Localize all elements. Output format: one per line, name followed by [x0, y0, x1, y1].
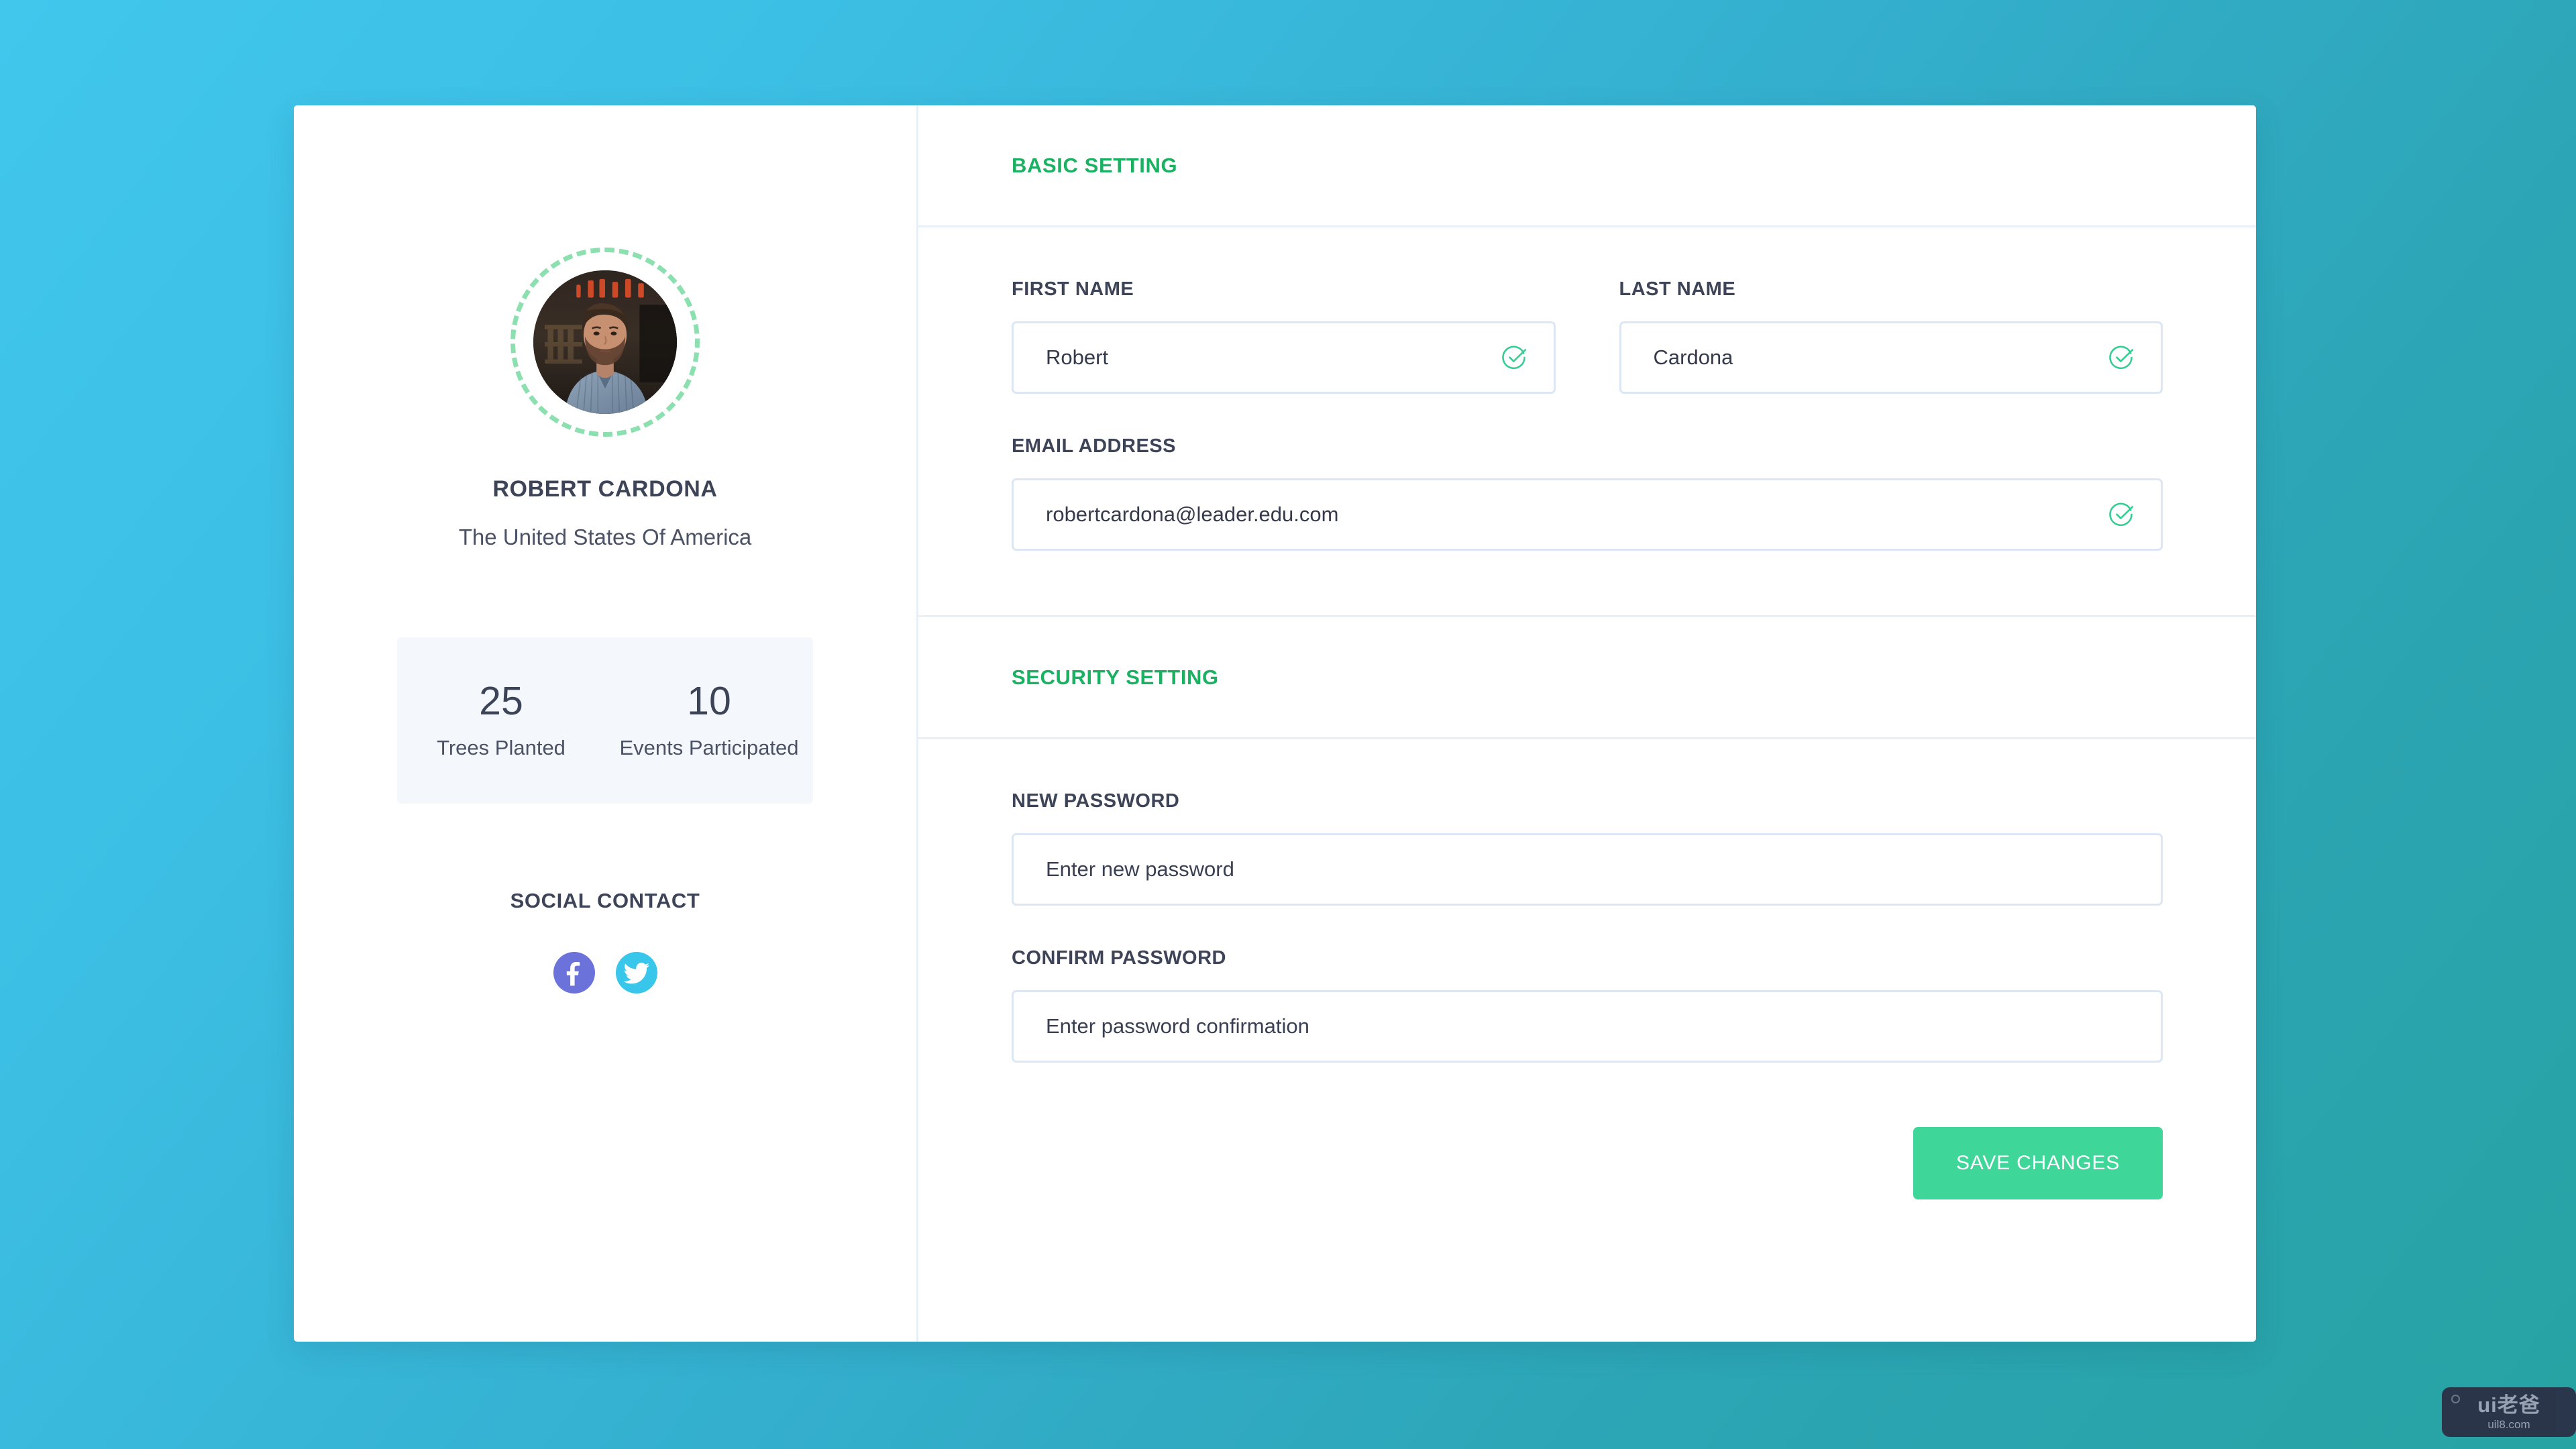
first-name-value: Robert	[1046, 345, 1109, 369]
confirm-password-placeholder: Enter password confirmation	[1046, 1014, 1309, 1038]
basic-setting-body: FIRST NAME Robert LAST NAME Cardona EMAI…	[918, 227, 2256, 617]
check-circle-icon	[2108, 344, 2135, 371]
profile-sidebar: ROBERT CARDONA The United States Of Amer…	[294, 105, 918, 1342]
watermark-badge: ui老爸 uil8.com	[2442, 1387, 2576, 1437]
last-name-label: LAST NAME	[1619, 278, 1736, 300]
security-setting-body: NEW PASSWORD Enter new password CONFIRM …	[918, 739, 2256, 1063]
stat-label: Events Participated	[619, 735, 799, 759]
confirm-password-label: CONFIRM PASSWORD	[1012, 947, 1227, 969]
watermark-url: uil8.com	[2487, 1417, 2530, 1431]
profile-location: The United States Of America	[458, 525, 752, 549]
stat-value: 25	[479, 679, 523, 724]
stat-value: 10	[687, 679, 731, 724]
basic-section-spacer	[1012, 551, 2163, 615]
first-name-input[interactable]: Robert	[1012, 321, 1556, 394]
social-contact-links	[553, 952, 657, 994]
check-circle-icon	[1501, 344, 1528, 371]
email-value: robertcardona@leader.edu.com	[1046, 502, 1339, 526]
avatar[interactable]	[511, 248, 700, 437]
confirm-password-group: CONFIRM PASSWORD Enter password confirma…	[1012, 947, 2163, 1063]
basic-setting-header: BASIC SETTING	[918, 105, 2256, 227]
stat-label: Trees Planted	[437, 735, 566, 759]
last-name-value: Cardona	[1653, 345, 1733, 369]
save-changes-button[interactable]: SAVE CHANGES	[1913, 1127, 2163, 1199]
avatar-photo	[526, 263, 684, 421]
new-password-group: NEW PASSWORD Enter new password	[1012, 790, 2163, 906]
confirm-password-input[interactable]: Enter password confirmation	[1012, 990, 2163, 1063]
stats-panel: 25 Trees Planted 10 Events Participated	[397, 637, 813, 804]
watermark-title: ui老爸	[2477, 1393, 2540, 1417]
facebook-icon[interactable]	[553, 952, 595, 994]
email-group: EMAIL ADDRESS robertcardona@leader.edu.c…	[1012, 435, 2163, 551]
profile-settings-card: ROBERT CARDONA The United States Of Amer…	[294, 105, 2256, 1342]
email-label: EMAIL ADDRESS	[1012, 435, 1176, 457]
profile-name: ROBERT CARDONA	[492, 476, 718, 502]
watermark-dot-icon	[2451, 1395, 2460, 1403]
check-circle-icon	[2108, 501, 2135, 528]
save-button-row: SAVE CHANGES	[918, 1127, 2256, 1199]
first-name-group: FIRST NAME Robert	[1012, 278, 1556, 394]
last-name-group: LAST NAME Cardona	[1619, 278, 2163, 394]
security-setting-header: SECURITY SETTING	[918, 617, 2256, 739]
new-password-input[interactable]: Enter new password	[1012, 833, 2163, 906]
new-password-label: NEW PASSWORD	[1012, 790, 1180, 812]
security-setting-heading: SECURITY SETTING	[1012, 665, 1219, 689]
twitter-icon[interactable]	[615, 952, 657, 994]
new-password-placeholder: Enter new password	[1046, 857, 1234, 881]
first-name-label: FIRST NAME	[1012, 278, 1134, 300]
name-field-row: FIRST NAME Robert LAST NAME Cardona	[1012, 278, 2163, 394]
last-name-input[interactable]: Cardona	[1619, 321, 2163, 394]
settings-panel: BASIC SETTING FIRST NAME Robert LAST NAM…	[918, 105, 2256, 1342]
basic-setting-heading: BASIC SETTING	[1012, 153, 1178, 177]
stat-trees-planted: 25 Trees Planted	[397, 679, 605, 760]
stat-events-participated: 10 Events Participated	[605, 679, 813, 760]
email-input[interactable]: robertcardona@leader.edu.com	[1012, 478, 2163, 551]
social-contact-heading: SOCIAL CONTACT	[510, 889, 700, 912]
